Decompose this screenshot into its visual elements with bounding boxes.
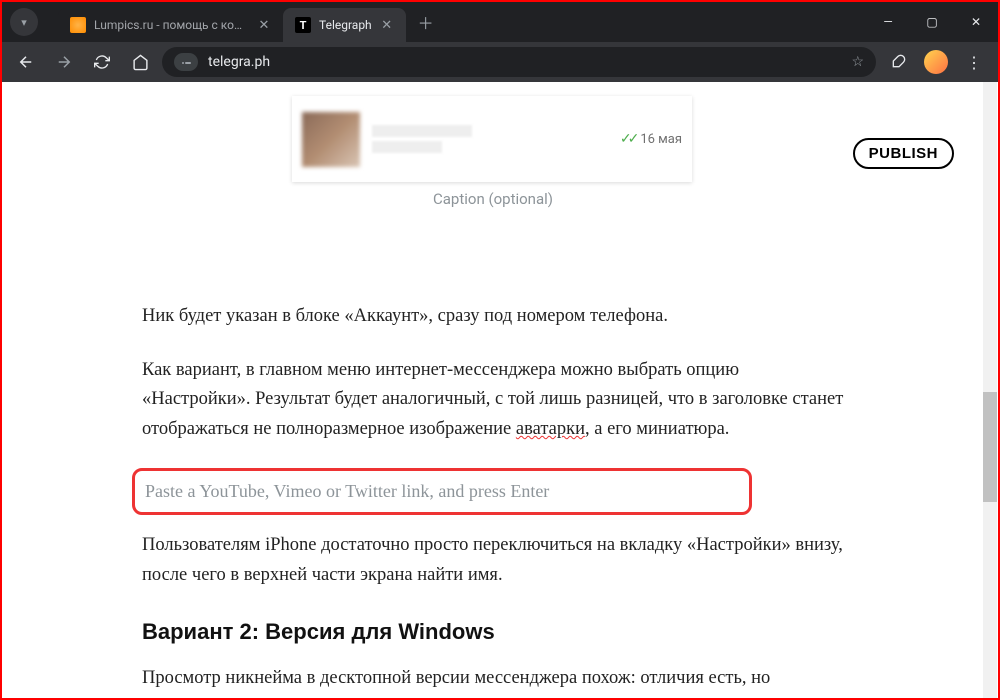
publish-button[interactable]: PUBLISH bbox=[853, 138, 954, 169]
close-window-button[interactable]: ✕ bbox=[954, 2, 998, 42]
new-tab-button[interactable]: ＋ bbox=[412, 8, 440, 36]
minimize-button[interactable]: — bbox=[866, 2, 910, 42]
menu-button[interactable]: ⋮ bbox=[958, 46, 990, 78]
close-tab-icon[interactable]: ✕ bbox=[380, 18, 394, 32]
spellcheck-word[interactable]: аватарки bbox=[516, 419, 585, 439]
favicon-lumpics bbox=[70, 17, 86, 33]
paragraph[interactable]: Пользователям iPhone достаточно просто п… bbox=[142, 531, 852, 590]
url-text: telegra.ph bbox=[208, 54, 841, 70]
paragraph[interactable]: Как вариант, в главном меню интернет-мес… bbox=[142, 356, 852, 445]
card-blurred-text bbox=[372, 121, 620, 157]
embed-input-highlight: Paste a YouTube, Vimeo or Twitter link, … bbox=[132, 468, 752, 515]
extensions-button[interactable] bbox=[882, 46, 914, 78]
embed-input[interactable]: Paste a YouTube, Vimeo or Twitter link, … bbox=[145, 477, 739, 506]
card-date: 16 мая bbox=[640, 132, 682, 147]
browser-toolbar: telegra.ph ☆ ⋮ bbox=[2, 42, 998, 82]
tab-title: Telegraph bbox=[319, 18, 372, 32]
close-tab-icon[interactable]: ✕ bbox=[257, 18, 271, 32]
forward-button[interactable] bbox=[48, 46, 80, 78]
embedded-message-card[interactable]: ✓✓ 16 мая bbox=[292, 96, 692, 182]
paragraph[interactable]: Ник будет указан в блоке «Аккаунт», сраз… bbox=[142, 302, 852, 332]
article-content[interactable]: Ник будет указан в блоке «Аккаунт», сраз… bbox=[142, 302, 852, 698]
site-info-icon[interactable] bbox=[174, 53, 198, 71]
tab-title: Lumpics.ru - помощь с компью bbox=[94, 18, 249, 32]
tab-lumpics[interactable]: Lumpics.ru - помощь с компью ✕ bbox=[58, 8, 283, 42]
reload-button[interactable] bbox=[86, 46, 118, 78]
card-meta: ✓✓ 16 мая bbox=[620, 131, 682, 147]
favicon-telegraph: T bbox=[295, 17, 311, 33]
heading[interactable]: Вариант 2: Версия для Windows bbox=[142, 614, 852, 649]
home-button[interactable] bbox=[124, 46, 156, 78]
caption-placeholder[interactable]: Caption (optional) bbox=[2, 190, 984, 208]
scrollbar-track[interactable] bbox=[983, 82, 997, 698]
back-button[interactable] bbox=[10, 46, 42, 78]
bookmark-icon[interactable]: ☆ bbox=[851, 54, 864, 70]
scrollbar-thumb[interactable] bbox=[983, 392, 997, 502]
maximize-button[interactable]: ▢ bbox=[910, 2, 954, 42]
read-checks-icon: ✓✓ bbox=[620, 131, 635, 147]
paragraph[interactable]: Просмотр никнейма в десктопной версии ме… bbox=[142, 664, 852, 694]
avatar-icon bbox=[924, 50, 948, 74]
card-thumbnail bbox=[302, 112, 360, 167]
profile-button[interactable] bbox=[920, 46, 952, 78]
address-bar[interactable]: telegra.ph ☆ bbox=[162, 47, 876, 77]
browser-titlebar: ▾ Lumpics.ru - помощь с компью ✕ T Teleg… bbox=[2, 2, 998, 42]
tab-telegraph[interactable]: T Telegraph ✕ bbox=[283, 8, 406, 42]
page-viewport: PUBLISH ✓✓ 16 мая Caption (optional) Ник… bbox=[2, 82, 998, 698]
tab-search-button[interactable]: ▾ bbox=[10, 8, 38, 36]
